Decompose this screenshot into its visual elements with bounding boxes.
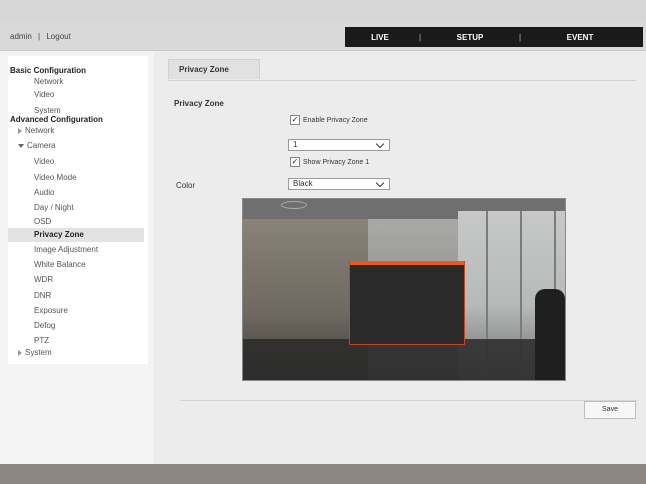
sidebar-item-camera[interactable]: Camera — [18, 141, 55, 151]
sidebar-item-white-balance[interactable]: White Balance — [34, 260, 86, 270]
sidebar-item-dnr[interactable]: DNR — [34, 291, 51, 301]
sidebar-item-exposure[interactable]: Exposure — [34, 306, 68, 316]
user-links: admin | Logout — [10, 32, 71, 41]
sidebar-item-camera-video[interactable]: Video — [34, 157, 54, 167]
top-strip — [0, 0, 646, 22]
color-label: Color — [176, 181, 196, 190]
show-privacy-zone-checkbox[interactable]: ✓ — [290, 157, 300, 167]
sidebar-item-ptz[interactable]: PTZ — [34, 336, 49, 346]
sidebar-item-adv-network[interactable]: Network — [18, 126, 54, 136]
nav-event[interactable]: EVENT — [525, 33, 635, 42]
username: admin — [10, 32, 32, 41]
sidebar-item-privacy-zone[interactable]: Privacy Zone — [8, 228, 144, 242]
collapse-arrow-icon — [18, 143, 24, 148]
enable-privacy-zone-label: Enable Privacy Zone — [303, 116, 368, 124]
bottom-divider — [180, 400, 638, 401]
sidebar-item-day-night[interactable]: Day / Night — [34, 203, 74, 213]
sidebar-item-system-adv[interactable]: System — [18, 348, 52, 358]
main-content: Privacy Zone Privacy Zone ✓ Enable Priva… — [154, 51, 646, 464]
chevron-down-icon — [375, 178, 385, 188]
tab-privacy-zone[interactable]: Privacy Zone — [168, 59, 260, 79]
show-privacy-zone-row: ✓ Show Privacy Zone 1 — [290, 157, 369, 167]
sidebar-basic-title: Basic Configuration — [10, 66, 87, 75]
sidebar-item-video-mode[interactable]: Video Mode — [34, 173, 77, 183]
chevron-down-icon — [375, 139, 385, 149]
color-select-value: Black — [293, 179, 313, 188]
enable-privacy-zone-checkbox[interactable]: ✓ — [290, 115, 300, 125]
preview-ceiling-lamp — [281, 201, 307, 209]
zone-select-value: 1 — [293, 140, 298, 149]
preview-chair — [535, 289, 565, 380]
sidebar-item-label: Network — [25, 126, 55, 135]
sidebar-item-image-adjustment[interactable]: Image Adjustment — [34, 245, 98, 255]
sidebar: Basic Configuration Network Video System… — [8, 56, 148, 364]
expand-arrow-icon — [18, 349, 22, 356]
sidebar-item-video[interactable]: Video — [34, 90, 54, 100]
camera-preview[interactable] — [242, 198, 566, 381]
sidebar-item-wdr[interactable]: WDR — [34, 275, 53, 285]
sidebar-item-label: Camera — [27, 141, 56, 150]
user-separator: | — [38, 32, 41, 41]
save-button[interactable]: Save — [584, 401, 636, 419]
nav-setup[interactable]: SETUP — [425, 33, 515, 42]
zone-select[interactable]: 1 — [288, 139, 390, 151]
nav-live[interactable]: LIVE — [345, 33, 415, 42]
color-select[interactable]: Black — [288, 178, 390, 190]
sidebar-item-label: System — [25, 348, 52, 357]
sidebar-item-defog[interactable]: Defog — [34, 321, 55, 331]
footer-bar — [0, 464, 646, 484]
expand-arrow-icon — [18, 127, 22, 134]
sidebar-item-audio[interactable]: Audio — [34, 188, 54, 198]
show-privacy-zone-label: Show Privacy Zone 1 — [303, 158, 370, 166]
main-nav: LIVE | SETUP | EVENT — [345, 27, 643, 47]
preview-floor — [243, 339, 565, 380]
sidebar-item-network[interactable]: Network — [34, 77, 63, 87]
tab-divider — [168, 80, 636, 81]
sidebar-advanced-title: Advanced Configuration — [10, 115, 103, 124]
logout-link[interactable]: Logout — [46, 32, 70, 41]
sidebar-item-osd[interactable]: OSD — [34, 217, 51, 227]
section-title: Privacy Zone — [174, 99, 224, 108]
enable-privacy-zone-row: ✓ Enable Privacy Zone — [290, 115, 368, 125]
nav-separator: | — [418, 32, 422, 42]
privacy-zone-mask[interactable] — [349, 261, 465, 345]
nav-separator: | — [518, 32, 522, 42]
